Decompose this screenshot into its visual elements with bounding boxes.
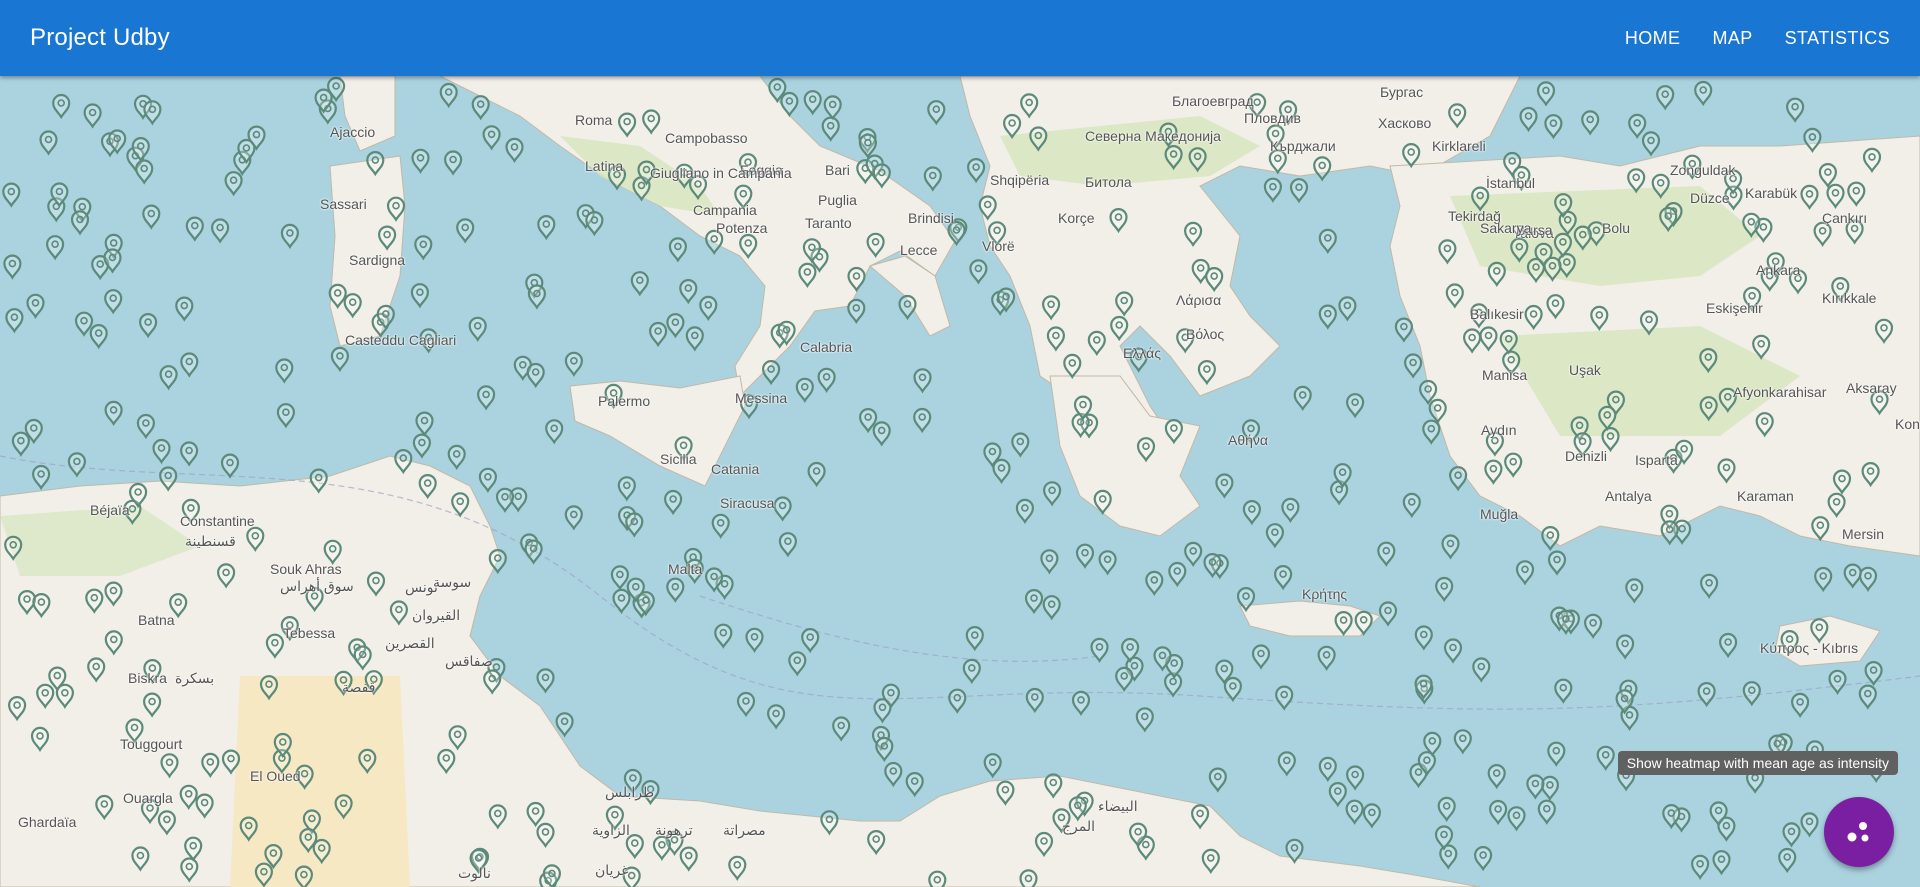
app-title[interactable]: Project Udby [30,0,170,76]
map-place-label: Ankara [1756,262,1801,278]
nav-home[interactable]: HOME [1615,20,1691,57]
map-place-label: القيروان [412,607,461,623]
map-place-label: Благоевград [1172,93,1254,109]
map-place-label: Северна Македонија [1085,128,1221,144]
map-place-label: القصرين [385,635,435,651]
map-marker-icon[interactable] [928,870,947,887]
map-place-label: Puglia [818,192,857,208]
map-place-label: صفاقس [445,653,493,669]
map-place-label: Ouargla [123,790,173,806]
map-place-label: Düzce [1690,190,1730,206]
map-place-label: Manisa [1482,367,1528,383]
map-place-label: Bolu [1602,220,1631,236]
map-place-label: Kirklareli [1432,138,1486,154]
map-place-label: بسكرة [175,670,215,686]
map-place-label: Potenza [716,220,768,236]
map-place-label: Korçe [1058,210,1095,226]
map-place-label: Karaman [1737,488,1794,504]
map-place-label: Campania [693,202,757,218]
map-place-label: Siracusa [720,495,775,511]
map-place-label: Кърджали [1270,138,1336,154]
map-marker-icon[interactable] [1019,869,1038,887]
map-place-label: Casteddu Cagliari [345,332,457,348]
map-place-label: Αθήνα [1228,432,1269,448]
map-place-label: Shqipëria [990,172,1050,188]
map-place-label: Karabük [1745,185,1798,201]
map-place-label: Κρήτης [1302,586,1348,602]
map-place-label: قفصة [342,679,376,695]
map-place-label: Palermo [598,393,651,409]
map-place-label: Ghardaïa [18,814,77,830]
map-place-label: Souk Ahras [270,561,342,577]
map-place-label: Isparta [1635,452,1678,468]
map-place-label: طرابلس [605,784,655,800]
map-place-label: سوسة [433,574,472,590]
map-place-label: Antalya [1605,488,1652,504]
map-place-label: Κύπρος - Kıbrıs [1760,640,1859,656]
map-place-label: Ajaccio [330,124,376,140]
scatter-dots-icon [1847,822,1869,842]
map-place-label: Uşak [1569,362,1601,378]
map-place-label: غريان [595,862,629,878]
map-place-label: Sassari [320,196,367,212]
map-place-label: Malta [668,561,703,577]
map-place-label: Muğla [1480,506,1519,522]
map-place-label: Vlorë [982,238,1015,254]
heatmap-toggle-button[interactable] [1824,797,1894,867]
nav-map[interactable]: MAP [1702,20,1762,57]
map-place-label: البيضاء [1098,798,1138,814]
map-place-label: الزاوية [592,822,630,838]
app-bar: Project Udby HOME MAP STATISTICS [0,0,1920,76]
heatmap-tooltip: Show heatmap with mean age as intensity [1617,751,1898,775]
map-place-label: Balıkesir [1470,306,1524,322]
map-place-label: Giugliano in Campania [650,165,792,181]
map-place-label: El Oued [250,768,301,784]
map-place-label: Touggourt [120,736,183,752]
map-place-label: Aydın [1481,422,1517,438]
map-place-label: Konya [1895,416,1920,432]
map-place-label: Afyonkarahisar [1733,384,1827,400]
map-place-label: مصراتة [723,822,766,838]
map-place-label: Campobasso [665,130,748,146]
map-place-label: Sakarya [1480,220,1532,236]
top-nav: HOME MAP STATISTICS [1603,0,1900,76]
nav-statistics[interactable]: STATISTICS [1775,20,1900,57]
map-place-label: Mersin [1842,526,1885,542]
map-place-label: ترهونة [655,822,693,838]
map-place-label: Roma [575,112,613,128]
map-place-label: Latina [585,158,624,174]
map-place-label: Brindisi [908,210,954,226]
map-place-label: İstanbul [1486,175,1536,191]
map-place-label: المرج [1062,818,1096,834]
map-place-label: قسنطينة [185,533,236,549]
map-place-label: Tebessa [283,625,336,641]
map-place-label: Taranto [805,215,852,231]
map-place-label: Битола [1085,174,1132,190]
map-place-label: Пловдив [1244,110,1301,126]
map-place-label: Λάρισα [1176,292,1222,308]
map-place-label: Catania [711,461,760,477]
map-place-label: Βόλος [1186,326,1225,342]
map-place-label: Messina [735,390,788,406]
map-place-label: Çankırı [1822,210,1868,226]
map-place-label: Bari [825,162,850,178]
map-place-label: Béjaïa [90,502,130,518]
map-place-label: Бургас [1380,84,1424,100]
map-place-label: Lecce [900,242,938,258]
map-place-label: Sardigna [349,252,406,268]
map-place-label: Aksaray [1846,380,1897,396]
map-place-label: Calabria [800,339,853,355]
map-place-label: Denizli [1565,448,1608,464]
map-place-label: سوق أهراس [280,578,354,594]
map-place-label: Biskra [128,670,167,686]
map-place-label: Constantine [180,513,255,529]
map-place-label: Хасково [1378,115,1432,131]
map-place-label: نالوت [458,865,491,881]
map-place-label: Eskişehir [1706,300,1763,316]
map-place-label: Ελλάς [1123,345,1161,361]
map-place-label: Zonguldak [1670,162,1736,178]
map-place-label: Sicilia [660,451,697,467]
map-place-label: Batna [138,612,175,628]
map-place-label: Kırıkkale [1822,290,1877,306]
